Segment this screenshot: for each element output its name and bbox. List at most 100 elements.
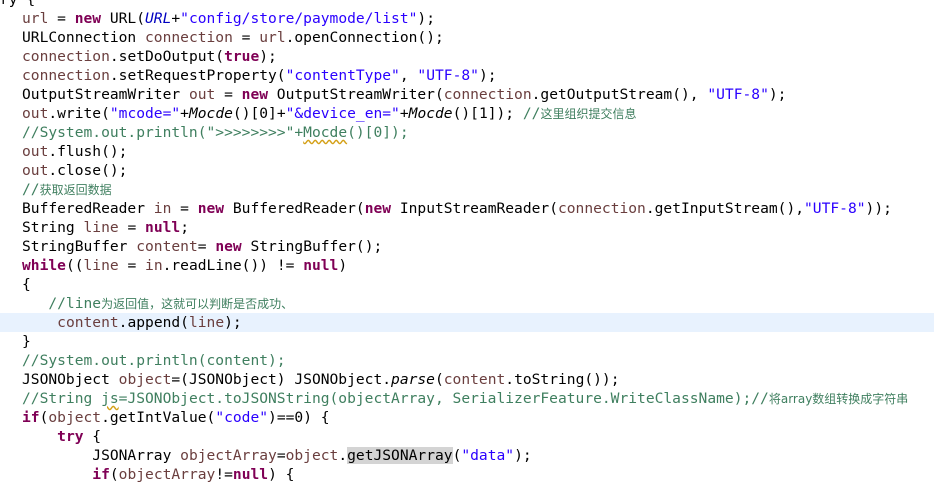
- code-token: (: [109, 466, 119, 483]
- code-token: );: [768, 86, 787, 103]
- code-token: //System.out.println(content);: [22, 352, 286, 369]
- code-token: (: [434, 371, 444, 388]
- code-line[interactable]: URLConnection connection = url.openConne…: [0, 28, 934, 47]
- code-token: .append(: [118, 314, 189, 331]
- code-token: in: [153, 200, 172, 217]
- code-token: 这里组织提交信息: [540, 107, 637, 121]
- code-token: "mcode=": [109, 105, 181, 122]
- code-token: ()[0]+: [232, 105, 286, 122]
- code-token: InputStreamReader(: [391, 200, 558, 217]
- code-line[interactable]: JSONObject object=(JSONObject) JSONObjec…: [0, 370, 934, 389]
- code-line[interactable]: if(object.getIntValue("code")==0) {: [0, 408, 934, 427]
- code-token: +: [171, 10, 181, 27]
- code-token: .write(: [48, 105, 110, 122]
- code-token: //String: [22, 390, 102, 407]
- code-token: new: [241, 86, 269, 103]
- code-token: null: [232, 466, 269, 483]
- code-token: //: [522, 105, 541, 122]
- code-token: .flush();: [48, 143, 128, 160]
- code-line[interactable]: try {: [0, 427, 934, 446]
- code-token: );: [478, 67, 497, 84]
- code-line[interactable]: content.append(line);: [0, 313, 934, 332]
- code-token: connection: [145, 29, 233, 46]
- code-token: "config/store/paymode/list": [180, 10, 418, 27]
- code-token: =: [232, 29, 260, 46]
- code-line[interactable]: String line = null;: [0, 218, 934, 237]
- code-line[interactable]: out.flush();: [0, 142, 934, 161]
- code-token: =: [118, 257, 146, 274]
- code-line[interactable]: //line为返回值，这就可以判断是否成功、: [0, 294, 934, 313]
- code-token: =JSONObject.toJSONString(objectArray, Se…: [118, 390, 769, 407]
- code-token: );: [417, 10, 435, 27]
- code-token: "&device_en=": [285, 105, 400, 122]
- code-token: object: [285, 447, 339, 464]
- code-token: new: [197, 200, 225, 217]
- code-token: String: [22, 219, 84, 236]
- code-token: new: [74, 10, 102, 27]
- code-token: "code": [215, 409, 269, 426]
- code-token: StringBuffer: [22, 238, 137, 255]
- code-token: new: [215, 238, 242, 255]
- code-token: Mocde: [408, 105, 453, 122]
- code-line[interactable]: out.write("mcode="+Mocde()[0]+"&device_e…: [0, 104, 934, 123]
- code-token: JSONObject: [22, 371, 119, 388]
- code-token: out: [22, 105, 49, 122]
- code-token: )==0) {: [268, 409, 330, 426]
- code-line[interactable]: if(objectArray!=null) {: [0, 465, 934, 484]
- code-token: .setDoOutput(: [109, 48, 225, 65]
- code-token: null: [145, 219, 181, 236]
- code-line[interactable]: while((line = in.readLine()) != null): [0, 256, 934, 275]
- code-token: .toString());: [505, 371, 620, 388]
- code-line[interactable]: StringBuffer content= new StringBuffer()…: [0, 237, 934, 256]
- code-token: object: [118, 371, 172, 388]
- code-token: ()[0]);: [347, 124, 409, 141]
- code-token: while: [22, 257, 66, 274]
- code-token: 为返回值，这就可以判断是否成功、: [101, 297, 294, 311]
- code-line[interactable]: }: [0, 332, 934, 351]
- code-line[interactable]: //String js=JSONObject.toJSONString(obje…: [0, 389, 934, 408]
- code-token: js: [101, 390, 119, 407]
- code-token: =: [171, 200, 198, 217]
- code-token: content: [136, 238, 198, 255]
- code-line[interactable]: JSONArray objectArray=object.getJSONArra…: [0, 446, 934, 465]
- code-line[interactable]: //获取返回数据: [0, 180, 934, 199]
- code-line[interactable]: {: [0, 275, 934, 294]
- code-token: 将array数组转换成字符串: [768, 392, 909, 406]
- code-token: .openConnection();: [285, 29, 444, 46]
- code-line[interactable]: out.close();: [0, 161, 934, 180]
- code-token: );: [224, 314, 242, 331]
- code-token: objectArray: [180, 447, 277, 464]
- code-token: .readLine()) !=: [162, 257, 304, 274]
- code-token: ) {: [268, 466, 295, 483]
- code-token: "data": [461, 447, 515, 464]
- code-token: new: [364, 200, 392, 217]
- code-token: Mocde: [188, 105, 233, 122]
- code-token: =: [48, 10, 75, 27]
- code-line[interactable]: //System.out.println(">>>>>>>>"+Mocde()[…: [0, 123, 934, 142]
- code-token: "contentType": [285, 67, 400, 84]
- code-token: null: [303, 257, 339, 274]
- code-line[interactable]: //System.out.println(content);: [0, 351, 934, 370]
- code-token: try: [57, 428, 84, 445]
- code-line[interactable]: OutputStreamWriter out = new OutputStrea…: [0, 85, 934, 104]
- code-token: "UTF-8": [804, 200, 866, 217]
- code-token: 获取返回数据: [39, 183, 112, 197]
- code-token: "UTF-8": [417, 67, 479, 84]
- code-token: {: [22, 276, 31, 293]
- code-token: getJSONArray: [347, 447, 453, 464]
- code-token: connection: [22, 48, 110, 65]
- code-token: //System.out.println(">>>>>>>>"+: [22, 124, 304, 141]
- code-line[interactable]: connection.setDoOutput(true);: [0, 47, 934, 66]
- code-token: ,: [399, 67, 418, 84]
- code-token: url: [22, 10, 49, 27]
- code-token: content: [443, 371, 506, 388]
- code-token: if: [22, 409, 40, 426]
- code-line[interactable]: ry {: [0, 0, 934, 9]
- code-line[interactable]: BufferedReader in = new BufferedReader(n…: [0, 199, 934, 218]
- code-token: OutputStreamWriter: [22, 86, 189, 103]
- code-line[interactable]: connection.setRequestProperty("contentTy…: [0, 66, 934, 85]
- code-line[interactable]: url = new URL(URL+"config/store/paymode/…: [0, 9, 934, 28]
- code-token: ry {: [0, 0, 35, 8]
